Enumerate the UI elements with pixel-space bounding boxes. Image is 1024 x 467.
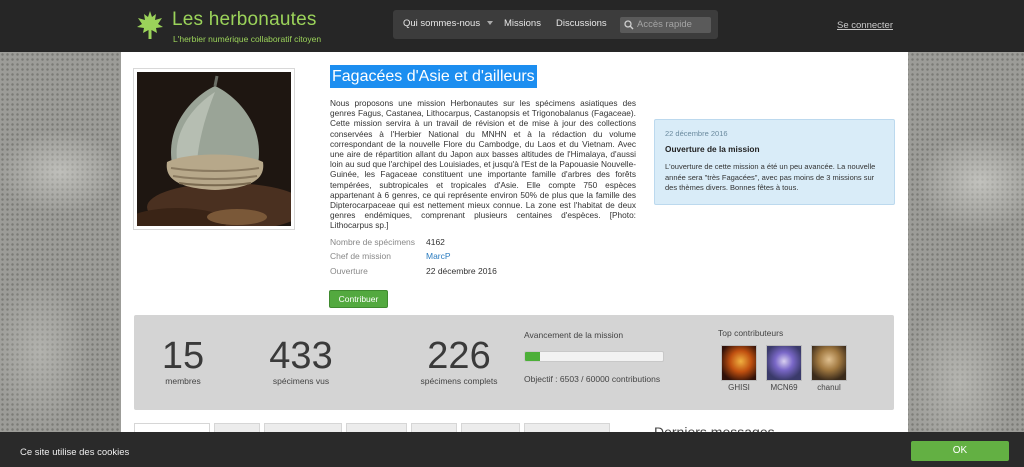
meta-key: Ouverture xyxy=(330,266,368,276)
avatar xyxy=(811,345,847,381)
quick-search-input[interactable]: Accès rapide xyxy=(620,17,711,33)
cookie-ok-button[interactable]: OK xyxy=(911,441,1009,461)
nav-item-qui-sommes-nous[interactable]: Qui sommes-nous xyxy=(403,18,493,29)
meta-value: 4162 xyxy=(426,237,445,247)
top-contributors-title: Top contributeurs xyxy=(718,328,784,338)
mission-photo xyxy=(137,72,291,226)
news-title[interactable]: Ouverture de la mission xyxy=(665,144,760,154)
mission-title: Fagacées d'Asie et d'ailleurs xyxy=(330,65,537,88)
mission-stats: 15 membres 433 spécimens vus 226 spécime… xyxy=(134,315,894,410)
nav-item-discussions[interactable]: Discussions xyxy=(556,18,607,29)
contributor-mcn69[interactable]: MCN69 xyxy=(765,345,803,392)
specimens-seen-count: 433 xyxy=(269,335,333,377)
specimens-complete-label: spécimens complets xyxy=(420,376,498,386)
avatar xyxy=(766,345,802,381)
caret-down-icon xyxy=(486,21,493,26)
specimens-seen-label: spécimens vus xyxy=(272,376,330,386)
cookie-bar: Ce site utilise des cookies OK xyxy=(0,432,1024,467)
meta-value: 22 décembre 2016 xyxy=(426,266,497,276)
progress-bar xyxy=(524,351,664,362)
avatar xyxy=(721,345,757,381)
members-count: 15 xyxy=(161,335,205,377)
contributor-name: GHISI xyxy=(728,383,750,392)
brand-title[interactable]: Les herbonautes xyxy=(172,9,317,31)
nav-label: Qui sommes-nous xyxy=(403,18,481,29)
acorn-image xyxy=(137,72,291,226)
maple-leaf-icon[interactable] xyxy=(136,10,164,40)
search-placeholder: Accès rapide xyxy=(637,19,692,30)
news-date: 22 décembre 2016 xyxy=(665,129,728,138)
main-nav: Qui sommes-nous Missions Discussions Acc… xyxy=(393,10,718,39)
contributor-ghisi[interactable]: GHISI xyxy=(720,345,758,392)
progress-objective: Objectif : 6503 / 60000 contributions xyxy=(524,374,661,384)
nav-item-missions[interactable]: Missions xyxy=(504,18,541,29)
meta-key: Nombre de spécimens xyxy=(330,237,416,247)
news-body: L'ouverture de cette mission a été un pe… xyxy=(665,162,876,192)
progress-fill xyxy=(525,352,540,361)
cookie-text: Ce site utilise des cookies xyxy=(20,447,130,458)
members-label: membres xyxy=(165,376,201,386)
top-navigation-bar: Les herbonautes L'herbier numérique coll… xyxy=(0,0,1024,52)
contributor-name: MCN69 xyxy=(770,383,798,392)
login-link[interactable]: Se connecter xyxy=(837,20,893,31)
contributor-name: chanul xyxy=(817,383,841,392)
progress-title: Avancement de la mission xyxy=(524,330,624,340)
contribute-button[interactable]: Contribuer xyxy=(329,290,388,308)
specimens-complete-count: 226 xyxy=(427,335,491,377)
search-icon xyxy=(624,20,634,30)
mission-photo-frame xyxy=(133,68,295,230)
meta-key: Chef de mission xyxy=(330,251,391,261)
mission-description: Nous proposons une mission Herbonautes s… xyxy=(330,98,636,231)
mission-leader-link[interactable]: MarcP xyxy=(426,251,451,261)
contributor-chanul[interactable]: chanul xyxy=(810,345,848,392)
brand-tagline: L'herbier numérique collaboratif citoyen xyxy=(173,34,322,44)
news-card: 22 décembre 2016 Ouverture de la mission… xyxy=(654,119,895,205)
